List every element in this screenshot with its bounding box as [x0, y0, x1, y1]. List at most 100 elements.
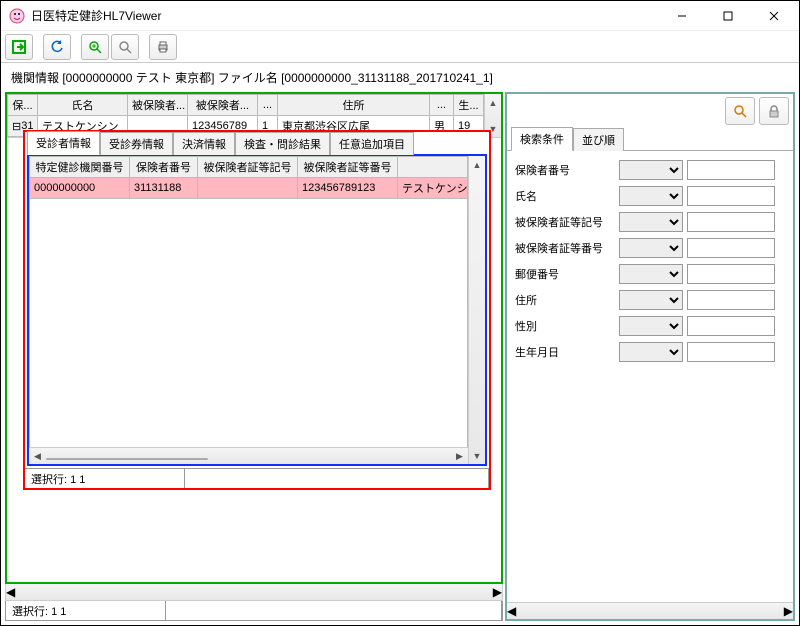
window-title: 日医特定健診HL7Viewer — [31, 7, 659, 24]
scroll-left-icon[interactable]: ◀ — [29, 451, 46, 462]
cell — [198, 178, 298, 199]
label-cert-number: 被保険者証等番号 — [515, 240, 615, 256]
cell: 123456789123 — [298, 178, 398, 199]
col-header[interactable]: 被保険者... — [128, 95, 188, 116]
horizontal-scrollbar[interactable]: ◀ ▶ — [29, 447, 468, 464]
input-cert-number[interactable] — [687, 238, 775, 258]
scroll-up-icon[interactable]: ▲ — [469, 156, 485, 173]
minimize-button[interactable] — [659, 2, 705, 30]
col-header[interactable]: 被保険者証等記号 — [198, 157, 298, 178]
scroll-left-icon[interactable]: ◀ — [507, 604, 516, 618]
tab-sort-order[interactable]: 並び順 — [573, 128, 624, 151]
scroll-right-icon[interactable]: ▶ — [493, 585, 502, 599]
label-insurer-no: 保険者番号 — [515, 162, 615, 178]
input-sex[interactable] — [687, 316, 775, 336]
toolbar — [1, 31, 799, 63]
status-selection: 選択行: 1 1 — [25, 469, 185, 488]
main-panel: 保... 氏名 被保険者... 被保険者... ... 住所 ... 生... … — [5, 92, 503, 584]
status-blank — [185, 469, 489, 488]
exit-button[interactable] — [5, 34, 33, 60]
main-table-header-row: 保... 氏名 被保険者... 被保険者... ... 住所 ... 生... — [8, 95, 484, 116]
tab-settlement[interactable]: 決済情報 — [173, 132, 235, 155]
input-name[interactable] — [687, 186, 775, 206]
col-header[interactable]: 特定健診機関番号 — [30, 157, 130, 178]
zoom-in-button[interactable] — [81, 34, 109, 60]
close-button[interactable] — [751, 2, 797, 30]
scroll-up-icon[interactable]: ▲ — [485, 94, 501, 111]
inner-status-bar: 選択行: 1 1 — [25, 468, 489, 488]
workarea: 保... 氏名 被保険者... 被保険者... ... 住所 ... 生... … — [1, 92, 799, 625]
search-button[interactable] — [111, 34, 139, 60]
status-blank — [166, 601, 502, 620]
detail-header-row: 特定健診機関番号 保険者番号 被保険者証等記号 被保険者証等番号 — [30, 157, 468, 178]
col-header[interactable]: ... — [430, 95, 454, 116]
cell: 0000000000 — [30, 178, 130, 199]
label-address: 住所 — [515, 292, 615, 308]
horizontal-scrollbar[interactable]: ◀ ▶ — [507, 602, 793, 619]
titlebar: 日医特定健診HL7Viewer — [1, 1, 799, 31]
filter-search-button[interactable] — [725, 97, 755, 125]
input-insurer-no[interactable] — [687, 160, 775, 180]
cell: テストケンシン — [398, 178, 468, 199]
op-name[interactable] — [619, 186, 683, 206]
scroll-right-icon[interactable]: ▶ — [451, 451, 468, 462]
info-bar: 機関情報 [0000000000 テスト 東京都] ファイル名 [0000000… — [1, 63, 799, 92]
tab-ticket-info[interactable]: 受診券情報 — [100, 132, 173, 155]
label-cert-symbol: 被保険者証等記号 — [515, 214, 615, 230]
maximize-button[interactable] — [705, 2, 751, 30]
right-toolbar — [507, 94, 793, 128]
print-button[interactable] — [149, 34, 177, 60]
col-header[interactable]: 被保険者証等番号 — [298, 157, 398, 178]
col-header[interactable]: ... — [258, 95, 278, 116]
scroll-down-icon[interactable]: ▼ — [469, 447, 485, 464]
app-window: 日医特定健診HL7Viewer 機関情報 [0000000000 テスト 東京都… — [0, 0, 800, 626]
tab-optional[interactable]: 任意追加項目 — [330, 132, 414, 155]
label-name: 氏名 — [515, 188, 615, 204]
left-column: 保... 氏名 被保険者... 被保険者... ... 住所 ... 生... … — [5, 92, 503, 621]
label-postal: 郵便番号 — [515, 266, 615, 282]
table-row[interactable]: 0000000000 31131188 123456789123 テストケンシン — [30, 178, 468, 199]
op-insurer-no[interactable] — [619, 160, 683, 180]
search-form: 保険者番号 氏名 被保険者証等記号 被保険者証等番号 郵便番号 住所 性別 生年… — [507, 150, 793, 602]
col-header[interactable]: 保険者番号 — [130, 157, 198, 178]
label-birthdate: 生年月日 — [515, 344, 615, 360]
op-address[interactable] — [619, 290, 683, 310]
status-selection: 選択行: 1 1 — [6, 601, 166, 620]
col-header[interactable]: 被保険者... — [188, 95, 258, 116]
tab-examinee-info[interactable]: 受診者情報 — [27, 131, 100, 155]
refresh-button[interactable] — [43, 34, 71, 60]
input-address[interactable] — [687, 290, 775, 310]
outer-status-bar: 選択行: 1 1 — [5, 601, 503, 621]
col-header[interactable]: 氏名 — [38, 95, 128, 116]
op-cert-symbol[interactable] — [619, 212, 683, 232]
op-cert-number[interactable] — [619, 238, 683, 258]
detail-table: 特定健診機関番号 保険者番号 被保険者証等記号 被保険者証等番号 0000000… — [29, 156, 468, 199]
input-postal[interactable] — [687, 264, 775, 284]
tab-results[interactable]: 検査・問診結果 — [235, 132, 330, 155]
vertical-scrollbar[interactable]: ▲ ▼ — [468, 156, 485, 464]
cell: 31131188 — [130, 178, 198, 199]
app-icon — [9, 8, 25, 24]
horizontal-scrollbar[interactable]: ◀ ▶ — [5, 584, 503, 601]
scroll-right-icon[interactable]: ▶ — [784, 604, 793, 618]
right-tabs: 検索条件 並び順 — [507, 128, 793, 150]
input-birthdate[interactable] — [687, 342, 775, 362]
col-header[interactable]: 住所 — [278, 95, 430, 116]
detail-tabs: 受診者情報 受診券情報 決済情報 検査・問診結果 任意追加項目 — [25, 132, 489, 154]
input-cert-symbol[interactable] — [687, 212, 775, 232]
scroll-thumb[interactable] — [46, 458, 208, 460]
detail-inner-panel: 特定健診機関番号 保険者番号 被保険者証等記号 被保険者証等番号 0000000… — [27, 154, 487, 466]
op-sex[interactable] — [619, 316, 683, 336]
col-header[interactable]: 生... — [454, 95, 484, 116]
op-birthdate[interactable] — [619, 342, 683, 362]
tab-search-conditions[interactable]: 検索条件 — [511, 127, 573, 151]
lock-button[interactable] — [759, 97, 789, 125]
blank-area — [29, 199, 468, 447]
scroll-left-icon[interactable]: ◀ — [6, 585, 15, 599]
right-column: 検索条件 並び順 保険者番号 氏名 被保険者証等記号 被保険者証等番号 郵便番号… — [505, 92, 795, 621]
col-header[interactable] — [398, 157, 468, 178]
col-header[interactable]: 保... — [8, 95, 38, 116]
op-postal[interactable] — [619, 264, 683, 284]
detail-panel: 受診者情報 受診券情報 決済情報 検査・問診結果 任意追加項目 — [23, 130, 491, 490]
label-sex: 性別 — [515, 318, 615, 334]
